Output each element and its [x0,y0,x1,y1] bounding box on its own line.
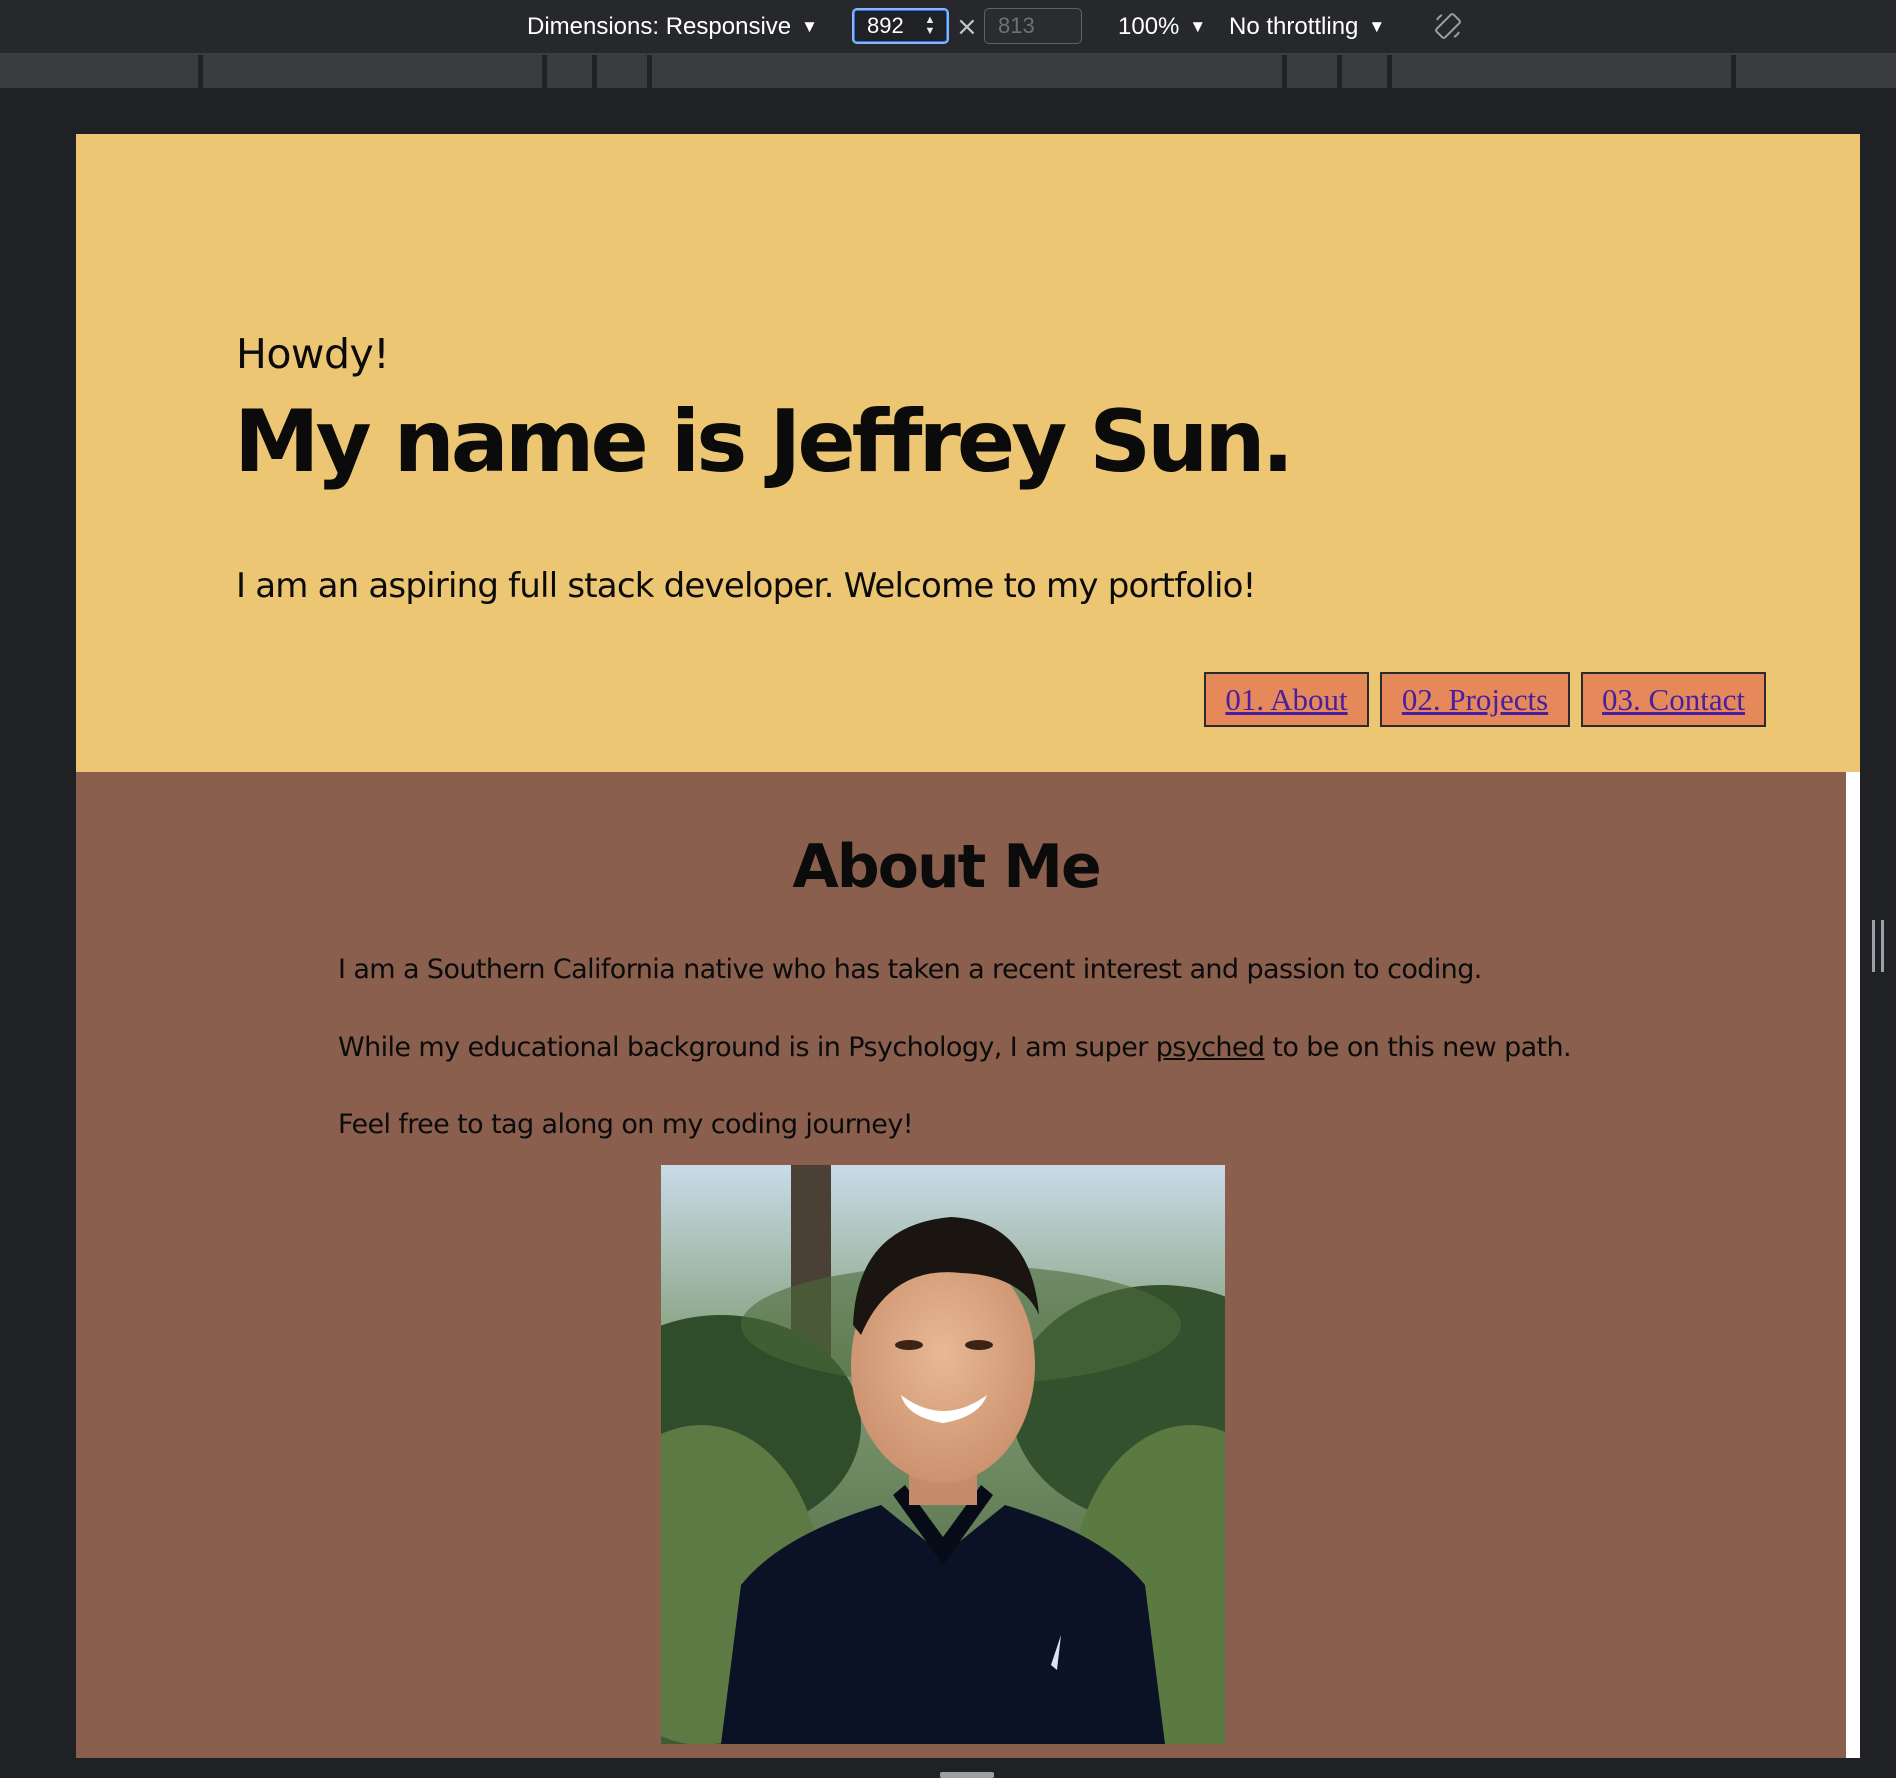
about-paragraph-1: I am a Southern California native who ha… [338,954,1482,985]
throttling-label: No throttling [1229,12,1359,40]
resize-handle-icon[interactable] [1872,920,1884,972]
media-query-segment[interactable] [652,55,1282,88]
media-query-segment[interactable] [1392,55,1731,88]
rotate-icon[interactable] [1433,11,1463,41]
times-icon: × [956,11,978,42]
bottom-resize-handle-icon[interactable] [940,1772,994,1778]
hero-section: Howdy! My name is Jeffrey Sun. I am an a… [76,134,1860,772]
psyched-link[interactable]: psyched [1156,1032,1265,1063]
height-placeholder: 813 [998,13,1035,38]
nav-link-about[interactable]: 01. About [1204,672,1369,727]
nav-link-contact[interactable]: 03. Contact [1581,672,1766,727]
media-query-segment[interactable] [1287,55,1337,88]
profile-photo [661,1165,1225,1744]
chevron-down-icon: ▼ [801,16,818,36]
media-query-segment[interactable] [0,55,198,88]
device-toolbar: Dimensions: Responsive ▼ 892 ▲ ▼ × 813 1… [0,0,1896,55]
about-paragraph-2-start: While my educational background is in Ps… [338,1032,1156,1063]
about-paragraph-2-end: to be on this new path. [1264,1032,1572,1063]
height-input[interactable]: 813 [984,8,1082,44]
chevron-down-icon: ▼ [1368,16,1386,36]
dimensions-label: Dimensions: Responsive [527,12,792,40]
dimensions-dropdown[interactable]: Dimensions: Responsive ▼ [527,0,818,53]
stepper-down-icon: ▼ [924,25,936,37]
about-paragraph-3: Feel free to tag along on my coding jour… [338,1109,914,1140]
zoom-dropdown[interactable]: 100% ▼ [1118,0,1206,53]
width-value: 892 [867,13,904,38]
media-query-segment[interactable] [203,55,542,88]
width-input[interactable]: 892 ▲ ▼ [852,8,949,44]
chevron-down-icon: ▼ [1189,16,1207,36]
media-query-segment[interactable] [597,55,647,88]
nav-link-projects[interactable]: 02. Projects [1380,672,1570,727]
media-query-segment[interactable] [1342,55,1387,88]
media-query-bar [0,55,1896,90]
media-query-segment[interactable] [547,55,592,88]
section-title: About Me [792,832,1101,902]
page-title: My name is Jeffrey Sun. [234,392,1294,492]
about-paragraph-2: While my educational background is in Ps… [338,1032,1572,1063]
stepper-icon[interactable]: ▲ ▼ [923,14,937,38]
device-viewport: Howdy! My name is Jeffrey Sun. I am an a… [76,134,1860,1758]
zoom-label: 100% [1118,12,1180,40]
scrollbar-track[interactable] [1846,772,1860,1758]
media-query-segment[interactable] [1736,55,1896,88]
greeting: Howdy! [236,330,390,378]
tagline: I am an aspiring full stack developer. W… [236,566,1256,606]
throttling-dropdown[interactable]: No throttling ▼ [1229,0,1385,53]
